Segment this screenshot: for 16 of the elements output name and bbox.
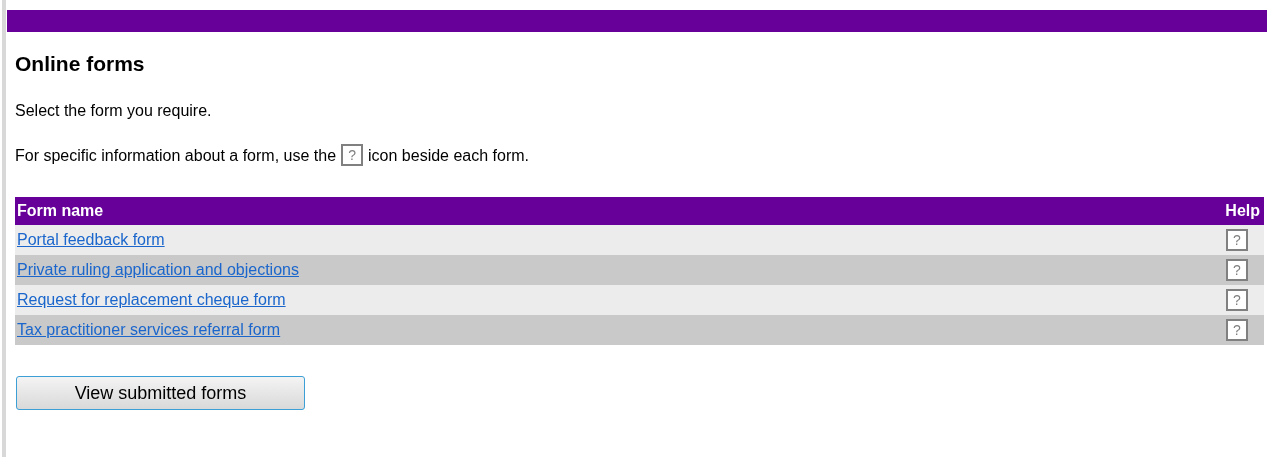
help-note-text: icon beside each form. (368, 146, 530, 166)
column-header: Help (1101, 197, 1264, 225)
column-header: Form name (15, 197, 1102, 225)
form-link[interactable]: Private ruling application and objections (17, 261, 299, 278)
help-icon[interactable]: ? (1226, 319, 1248, 341)
help-icon[interactable]: ? (1226, 259, 1248, 281)
help-icon: ? (341, 144, 364, 166)
form-link[interactable]: Portal feedback form (17, 231, 165, 248)
help-icon[interactable]: ? (1226, 289, 1248, 311)
intro-text: Select the form you require. (15, 101, 213, 121)
help-note-text: For specific information about a form, use the (15, 146, 337, 166)
form-link[interactable]: Tax practitioner services referral form (17, 321, 281, 338)
view-submitted-forms-button[interactable]: View submitted forms (16, 376, 305, 410)
form-link[interactable]: Request for replacement cheque form (17, 291, 286, 308)
help-icon[interactable]: ? (1226, 229, 1248, 251)
page-heading: Online forms (15, 51, 146, 77)
